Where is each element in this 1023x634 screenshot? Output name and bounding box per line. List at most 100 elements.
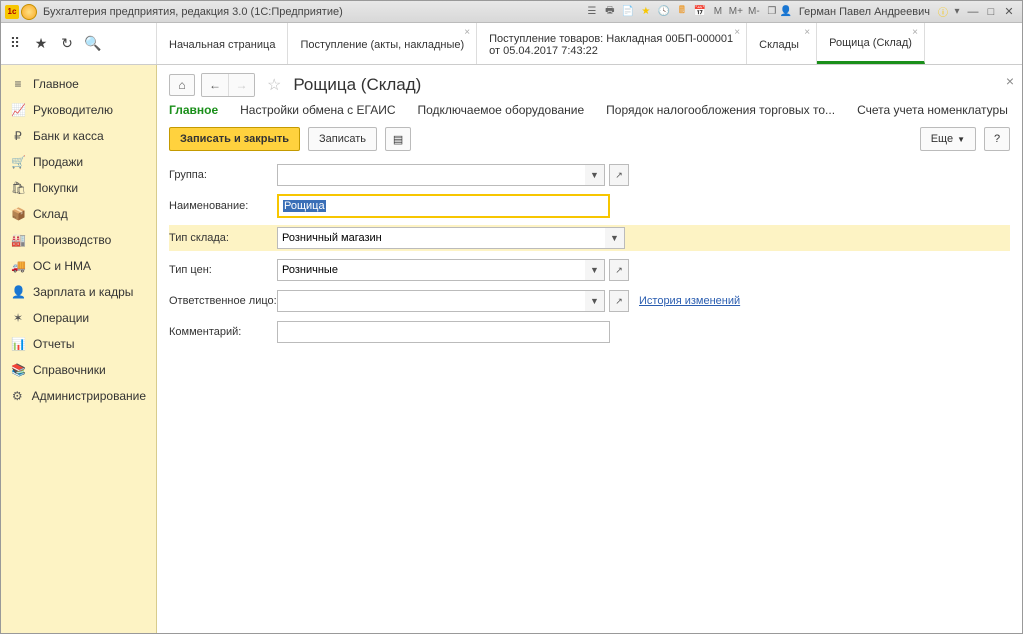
tab-label: Начальная страница bbox=[169, 39, 275, 51]
name-input[interactable]: Рощица bbox=[277, 194, 610, 218]
toolbar-cal-icon[interactable]: 📅 bbox=[693, 5, 707, 19]
tab-receipts[interactable]: Поступление (акты, накладные)× bbox=[288, 23, 477, 64]
tab-start-page[interactable]: Начальная страница bbox=[157, 23, 288, 64]
name-value-selected: Рощица bbox=[283, 200, 326, 212]
apps-icon[interactable]: ⠿ bbox=[7, 36, 23, 52]
gear-icon: ⚙ bbox=[11, 389, 24, 403]
subtab-accounts[interactable]: Счета учета номенклатуры bbox=[857, 103, 1008, 117]
minimize-button[interactable]: — bbox=[966, 5, 980, 19]
tab-label: Поступление товаров: Накладная 00БП-0000… bbox=[489, 33, 734, 57]
main-menu-button[interactable] bbox=[21, 4, 37, 20]
sidebar-item-directories[interactable]: 📚 Справочники bbox=[1, 357, 156, 383]
price-type-input[interactable] bbox=[277, 259, 585, 281]
responsible-input[interactable] bbox=[277, 290, 585, 312]
ruble-icon: ₽ bbox=[11, 129, 25, 143]
sidebar-label: Администрирование bbox=[32, 389, 146, 403]
sidebar-item-assets[interactable]: 🚚ОС и НМА bbox=[1, 253, 156, 279]
group-dropdown-button[interactable]: ▼ bbox=[585, 164, 605, 186]
sidebar-item-reports[interactable]: 📊Отчеты bbox=[1, 331, 156, 357]
sidebar-label: Главное bbox=[33, 77, 79, 91]
warehouse-type-select[interactable] bbox=[277, 227, 605, 249]
help-button[interactable]: ? bbox=[984, 127, 1010, 151]
toolbar-calc-icon[interactable]: 🖩 bbox=[675, 5, 689, 19]
title-bar: 1c Бухгалтерия предприятия, редакция 3.0… bbox=[1, 1, 1022, 23]
close-page-button[interactable]: × bbox=[1006, 73, 1014, 89]
sidebar-item-operations[interactable]: ✶Операции bbox=[1, 305, 156, 331]
group-label: Группа: bbox=[169, 169, 277, 181]
sidebar-label: Руководителю bbox=[33, 103, 113, 117]
tab-close-icon[interactable]: × bbox=[804, 27, 810, 38]
toolbar-m[interactable]: M bbox=[711, 5, 725, 19]
sidebar-item-main[interactable]: ≡Главное bbox=[1, 71, 156, 97]
tab-close-icon[interactable]: × bbox=[912, 27, 918, 38]
history-icon[interactable]: ↻ bbox=[59, 36, 75, 52]
dropdown-icon[interactable]: ▾ bbox=[950, 5, 964, 19]
nav-back-button[interactable]: ← bbox=[202, 74, 228, 96]
responsible-label: Ответственное лицо: bbox=[169, 295, 277, 307]
type-label: Тип склада: bbox=[169, 232, 277, 244]
sidebar-item-salary[interactable]: 👤Зарплата и кадры bbox=[1, 279, 156, 305]
chevron-down-icon: ▼ bbox=[957, 135, 965, 144]
info-icon[interactable]: ⓘ bbox=[936, 5, 950, 19]
sidebar-label: Производство bbox=[33, 233, 111, 247]
sidebar-item-admin[interactable]: ⚙ Администрирование bbox=[1, 383, 156, 409]
tab-roshchitsa[interactable]: Рощица (Склад)× bbox=[817, 23, 925, 64]
sidebar-item-warehouse[interactable]: 📦Склад bbox=[1, 201, 156, 227]
type-dropdown-button[interactable]: ▼ bbox=[605, 227, 625, 249]
sidebar-label: Операции bbox=[33, 311, 89, 325]
price-dropdown-button[interactable]: ▼ bbox=[585, 259, 605, 281]
toolbar-fav-icon[interactable]: ★ bbox=[639, 5, 653, 19]
top-left-toolbar: ⠿ ★ ↻ 🔍 bbox=[1, 23, 157, 64]
history-link[interactable]: История изменений bbox=[639, 295, 740, 307]
sidebar-label: Отчеты bbox=[33, 337, 74, 351]
group-input[interactable] bbox=[277, 164, 585, 186]
truck-icon: 🚚 bbox=[11, 259, 25, 273]
subtab-main[interactable]: Главное bbox=[169, 103, 218, 117]
tab-warehouses[interactable]: Склады× bbox=[747, 23, 817, 64]
price-open-button[interactable]: ↗ bbox=[609, 259, 629, 281]
sidebar-label: Склад bbox=[33, 207, 68, 221]
tab-close-icon[interactable]: × bbox=[464, 27, 470, 38]
tab-goods-receipt[interactable]: Поступление товаров: Накладная 00БП-0000… bbox=[477, 23, 747, 64]
name-label: Наименование: bbox=[169, 200, 277, 212]
home-button[interactable]: ⌂ bbox=[169, 74, 195, 96]
tab-label: Рощица (Склад) bbox=[829, 37, 912, 49]
sidebar-item-sales[interactable]: 🛒 Продажи bbox=[1, 149, 156, 175]
favorite-star-icon[interactable]: ☆ bbox=[267, 75, 281, 95]
cart-icon: 🛒 bbox=[11, 155, 25, 169]
group-open-button[interactable]: ↗ bbox=[609, 164, 629, 186]
toolbar-windows-icon[interactable]: ❐ bbox=[765, 5, 779, 19]
price-label: Тип цен: bbox=[169, 264, 277, 276]
sidebar-item-production[interactable]: 🏭Производство bbox=[1, 227, 156, 253]
more-button[interactable]: Еще ▼ bbox=[920, 127, 976, 151]
toolbar-print-icon[interactable]: 🖶 bbox=[603, 5, 617, 19]
maximize-button[interactable]: □ bbox=[984, 5, 998, 19]
save-button[interactable]: Записать bbox=[308, 127, 377, 151]
subtab-egais[interactable]: Настройки обмена с ЕГАИС bbox=[240, 103, 395, 117]
subtab-tax[interactable]: Порядок налогообложения торговых то... bbox=[606, 103, 835, 117]
toolbar-icon-3[interactable]: 📄 bbox=[621, 5, 635, 19]
star-icon[interactable]: ★ bbox=[33, 36, 49, 52]
toolbar-icon-1[interactable]: ☰ bbox=[585, 5, 599, 19]
save-close-button[interactable]: Записать и закрыть bbox=[169, 127, 300, 151]
tab-close-icon[interactable]: × bbox=[734, 27, 740, 38]
sidebar-item-manager[interactable]: 📈Руководителю bbox=[1, 97, 156, 123]
responsible-dropdown-button[interactable]: ▼ bbox=[585, 290, 605, 312]
toolbar-m-plus[interactable]: M+ bbox=[729, 5, 743, 19]
sidebar-item-bank[interactable]: ₽Банк и касса bbox=[1, 123, 156, 149]
responsible-open-button[interactable]: ↗ bbox=[609, 290, 629, 312]
subtab-equipment[interactable]: Подключаемое оборудование bbox=[417, 103, 584, 117]
toolbar-m-minus[interactable]: M- bbox=[747, 5, 761, 19]
toolbar-clock-icon[interactable]: 🕓 bbox=[657, 5, 671, 19]
sidebar-item-purchases[interactable]: 🛍Покупки bbox=[1, 175, 156, 201]
books-icon: 📚 bbox=[11, 363, 25, 377]
sidebar-label: Продажи bbox=[33, 155, 83, 169]
nav-forward-button[interactable]: → bbox=[228, 74, 254, 96]
tab-label: Склады bbox=[759, 39, 804, 51]
sidebar-label: Справочники bbox=[33, 363, 106, 377]
comment-input[interactable] bbox=[277, 321, 610, 343]
list-button[interactable]: ▤ bbox=[385, 127, 411, 151]
close-window-button[interactable]: ✕ bbox=[1002, 5, 1016, 19]
search-icon[interactable]: 🔍 bbox=[85, 36, 101, 52]
sidebar-label: Покупки bbox=[33, 181, 78, 195]
